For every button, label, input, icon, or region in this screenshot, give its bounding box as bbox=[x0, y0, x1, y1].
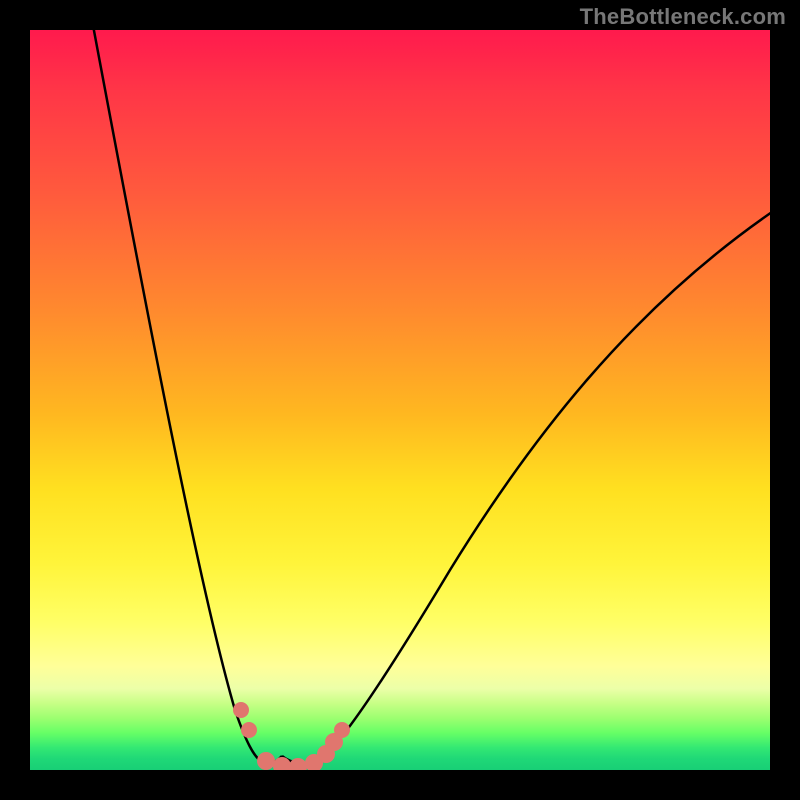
chart-svg bbox=[30, 30, 770, 770]
marker-dot bbox=[233, 702, 249, 718]
marker-dot bbox=[257, 752, 275, 770]
chart-frame: TheBottleneck.com bbox=[0, 0, 800, 800]
left-curve bbox=[92, 30, 282, 764]
marker-dot bbox=[334, 722, 350, 738]
plot-area bbox=[30, 30, 770, 770]
right-curve bbox=[330, 212, 770, 750]
marker-dot bbox=[241, 722, 257, 738]
chart-markers bbox=[233, 702, 350, 770]
chart-curves bbox=[92, 30, 770, 764]
watermark-text: TheBottleneck.com bbox=[580, 4, 786, 30]
marker-dot bbox=[289, 758, 307, 770]
